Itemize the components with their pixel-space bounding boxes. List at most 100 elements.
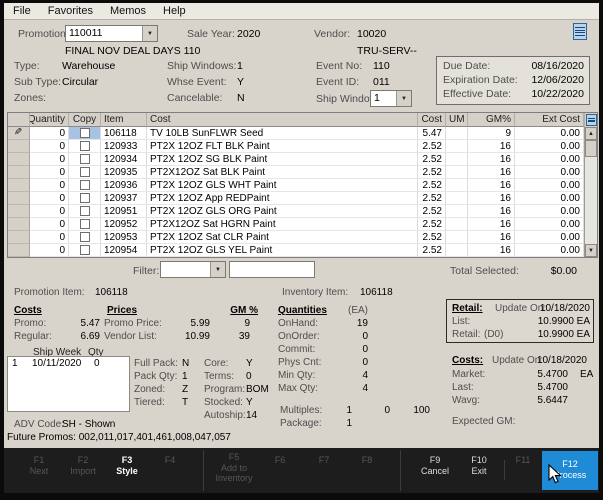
ext-cost-cell: 0.00 — [515, 179, 584, 192]
quantity-cell[interactable]: 0 — [30, 231, 69, 244]
f6-button[interactable]: F6 — [256, 455, 304, 466]
regular-cost: 6.69 — [66, 331, 100, 342]
um-cell — [446, 127, 468, 140]
memo-list-icon[interactable] — [573, 23, 587, 40]
filter-input[interactable] — [229, 261, 315, 278]
chevron-down-icon[interactable]: ▼ — [396, 91, 411, 106]
copy-checkbox[interactable] — [80, 232, 90, 242]
table-scrollbar[interactable] — [584, 113, 597, 127]
full-pack-label: Full Pack: — [134, 358, 178, 369]
copy-cell[interactable] — [69, 140, 101, 153]
item-cell: 120934 — [101, 153, 147, 166]
costs-panel-header: Costs: — [452, 355, 483, 366]
item-cell: 106118 — [101, 127, 147, 140]
f8-button[interactable]: F8 — [343, 455, 391, 466]
quantity-cell[interactable]: 0 — [30, 218, 69, 231]
row-selector-cell[interactable] — [8, 244, 30, 257]
vertical-scrollbar[interactable]: ▲ ▼ — [584, 127, 597, 257]
terms-value: 0 — [246, 371, 252, 382]
copy-cell[interactable] — [69, 166, 101, 179]
copy-cell[interactable] — [69, 218, 101, 231]
menu-favorites[interactable]: Favorites — [48, 5, 93, 17]
promotion-combobox[interactable]: 110011 ▼ — [65, 25, 158, 42]
row-selector-cell[interactable] — [8, 140, 30, 153]
promo-gm-value: 9 — [220, 318, 250, 329]
row-selector-cell[interactable] — [8, 218, 30, 231]
copy-cell[interactable] — [69, 231, 101, 244]
row-selector-cell[interactable]: ✎ — [8, 127, 30, 140]
copy-checkbox[interactable] — [80, 193, 90, 203]
row-selector-cell[interactable] — [8, 166, 30, 179]
row-selector-cell[interactable] — [8, 192, 30, 205]
quantity-cell[interactable]: 0 — [30, 179, 69, 192]
quantity-cell[interactable]: 0 — [30, 153, 69, 166]
f3-style-button[interactable]: F3Style — [103, 455, 151, 476]
row-selector-cell[interactable] — [8, 205, 30, 218]
f5-add-to-inventory-button[interactable]: F5Add to Inventory — [210, 452, 258, 484]
copy-cell[interactable] — [69, 205, 101, 218]
copy-cell[interactable] — [69, 179, 101, 192]
retail-row-value: 10.9900 EA — [520, 329, 590, 340]
ship-week-date: 10/11/2020 — [32, 358, 94, 369]
expected-gm-label: Expected GM: — [452, 416, 515, 427]
item-cell: 120954 — [101, 244, 147, 257]
f7-button[interactable]: F7 — [300, 455, 348, 466]
f10-exit-button[interactable]: F10Exit — [455, 455, 503, 476]
ship-week-qty: 0 — [94, 358, 114, 369]
ship-week-row[interactable]: 1 10/11/2020 0 — [8, 357, 129, 370]
f11-button[interactable]: F11 — [499, 455, 547, 466]
f4-button[interactable]: F4 — [146, 455, 194, 466]
copy-checkbox[interactable] — [80, 154, 90, 164]
copy-cell[interactable] — [69, 244, 101, 257]
um-cell — [446, 166, 468, 179]
copy-checkbox[interactable] — [80, 180, 90, 190]
copy-checkbox[interactable] — [80, 206, 90, 216]
tiered-label: Tiered: — [134, 397, 165, 408]
quantity-cell[interactable]: 0 — [30, 205, 69, 218]
quantity-cell[interactable]: 0 — [30, 127, 69, 140]
vendor-value: 10020 — [357, 28, 386, 40]
quantity-cell[interactable]: 0 — [30, 244, 69, 257]
copy-cell[interactable] — [69, 127, 101, 140]
row-selector-cell[interactable] — [8, 179, 30, 192]
copy-checkbox[interactable] — [80, 141, 90, 151]
copy-checkbox[interactable] — [80, 128, 90, 138]
event-id-value: 011 — [373, 76, 390, 88]
menu-file[interactable]: File — [13, 5, 31, 17]
copy-checkbox[interactable] — [80, 245, 90, 255]
filter-combobox[interactable]: ▼ — [160, 261, 226, 278]
copy-checkbox[interactable] — [80, 219, 90, 229]
chevron-down-icon[interactable]: ▼ — [142, 26, 157, 41]
menu-memos[interactable]: Memos — [110, 5, 146, 17]
f2-import-button[interactable]: F2Import — [59, 455, 107, 476]
row-selector-cell[interactable] — [8, 153, 30, 166]
ext-cost-cell: 0.00 — [515, 218, 584, 231]
quantity-cell[interactable]: 0 — [30, 166, 69, 179]
ship-week-listbox[interactable]: 1 10/11/2020 0 — [7, 356, 130, 412]
copy-checkbox[interactable] — [80, 167, 90, 177]
package-value: 1 — [330, 418, 352, 429]
menu-help[interactable]: Help — [163, 5, 186, 17]
scroll-down-icon[interactable]: ▼ — [585, 244, 597, 257]
f9-cancel-button[interactable]: F9Cancel — [411, 455, 459, 476]
row-selector-cell[interactable] — [8, 231, 30, 244]
scroll-up-icon[interactable]: ▲ — [585, 127, 597, 140]
package-label: Package: — [280, 418, 322, 429]
quantity-cell[interactable]: 0 — [30, 140, 69, 153]
cost-cell: 2.52 — [418, 153, 446, 166]
copy-cell[interactable] — [69, 153, 101, 166]
grid-menu-icon[interactable] — [586, 114, 597, 126]
whse-event-value: Y — [237, 76, 244, 88]
f1-next-button[interactable]: F1Next — [15, 455, 63, 476]
copy-cell[interactable] — [69, 192, 101, 205]
gm-cell: 16 — [468, 231, 515, 244]
um-cell — [446, 218, 468, 231]
ext-cost-cell: 0.00 — [515, 231, 584, 244]
quantity-cell[interactable]: 0 — [30, 192, 69, 205]
chevron-down-icon[interactable]: ▼ — [210, 262, 225, 277]
scrollbar-thumb[interactable] — [585, 140, 597, 157]
total-selected-value: $0.00 — [527, 265, 577, 277]
um-cell — [446, 244, 468, 257]
ship-window-combobox[interactable]: 1 ▼ — [370, 90, 412, 107]
min-qty-value: 4 — [330, 370, 368, 381]
